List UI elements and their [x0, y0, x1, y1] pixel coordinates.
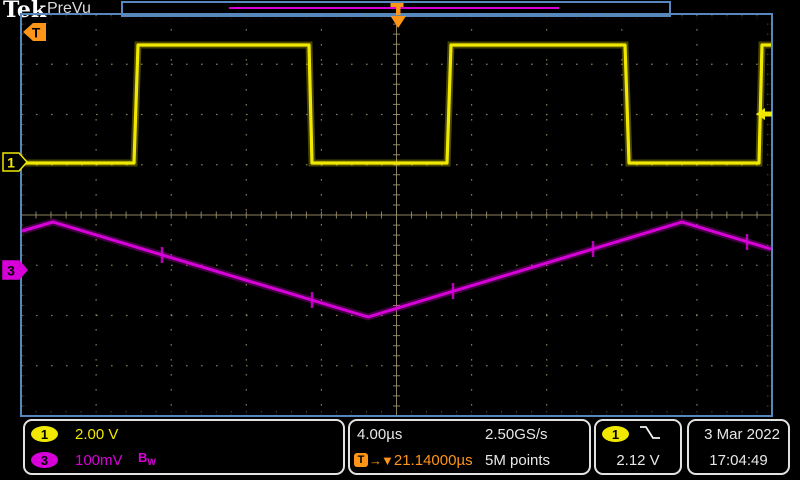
- oscilloscope-screen: Tek PreVu 13T 1 2.00 V 3 100mV BW 4.00µs…: [0, 0, 800, 480]
- trigger-position-arrow[interactable]: [391, 16, 407, 28]
- ch3-badge[interactable]: 3: [31, 452, 58, 468]
- trigger-level-readout: 2.12 V: [596, 452, 680, 469]
- trigger-delay-readout: 21.14000µs: [394, 452, 473, 469]
- falling-edge-icon: [638, 424, 662, 445]
- trigger-position-top: [391, 3, 404, 7]
- datetime-box: 3 Mar 2022 17:04:49: [687, 419, 790, 475]
- ch1-badge[interactable]: 1: [31, 426, 58, 442]
- trigger-offscreen-label: T: [32, 25, 41, 41]
- delay-arrow-icon: →▼: [369, 453, 393, 468]
- trigger-readout-box: 1 2.12 V: [594, 419, 682, 475]
- timebase-readout: 4.00µs: [357, 426, 402, 443]
- time-readout: 17:04:49: [689, 452, 788, 469]
- trigger-t-icon: T: [354, 453, 368, 467]
- sample-rate-readout: 2.50GS/s: [485, 426, 548, 443]
- ch3-scale: 100mV: [75, 452, 123, 469]
- trigger-source-badge: 1: [602, 426, 629, 442]
- ch1-scale: 2.00 V: [75, 426, 118, 443]
- bandwidth-limit-icon: BW: [138, 450, 156, 465]
- record-length-readout: 5M points: [485, 452, 550, 469]
- channel-readout-box: 1 2.00 V 3 100mV BW: [23, 419, 345, 475]
- date-readout: 3 Mar 2022: [704, 426, 780, 443]
- ch1-marker-label: 1: [7, 155, 15, 171]
- graticule: 1 3 T: [0, 0, 800, 480]
- horizontal-readout-box: 4.00µs 2.50GS/s T →▼ 21.14000µs 5M point…: [348, 419, 591, 475]
- ch3-marker-label: 3: [7, 263, 15, 279]
